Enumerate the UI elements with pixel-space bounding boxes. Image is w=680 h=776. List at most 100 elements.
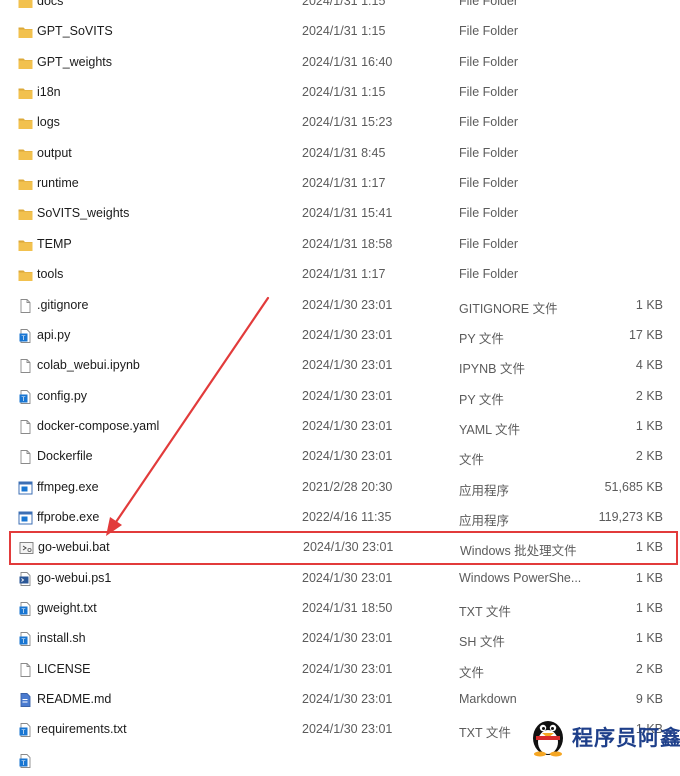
file-type: File Folder bbox=[459, 206, 519, 221]
file-row[interactable]: GPT_SoVITS 2024/1/31 1:15 File Folder bbox=[10, 17, 676, 47]
file-type: File Folder bbox=[459, 115, 519, 130]
file-row[interactable]: docker-compose.yaml 2024/1/30 23:01 YAML 文… bbox=[10, 412, 676, 442]
file-name: colab_webui.ipynb bbox=[37, 358, 140, 373]
file-type: File Folder bbox=[459, 267, 519, 282]
file-row[interactable]: Tgweight.txt 2024/1/31 18:50 TXT 文件 1 KB bbox=[10, 594, 676, 624]
file-row[interactable]: Tapi.py 2024/1/30 23:01 PY 文件 17 KB bbox=[10, 321, 676, 351]
file-name: go-webui.bat bbox=[38, 540, 110, 555]
blank-file-icon bbox=[18, 419, 33, 434]
file-size: 2 KB bbox=[635, 449, 663, 464]
file-date-modified: 2024/1/30 23:01 bbox=[302, 418, 393, 433]
file-name: docs bbox=[37, 0, 64, 8]
folder-icon bbox=[18, 0, 33, 9]
svg-text:T: T bbox=[21, 638, 26, 645]
file-date-modified: 2024/1/30 23:01 bbox=[302, 327, 393, 342]
blank-file-icon bbox=[18, 298, 33, 313]
file-list: docs 2024/1/31 1:15 File Folder GPT_SoVITS 2… bbox=[0, 0, 680, 768]
file-row-highlighted[interactable]: go-webui.bat 2024/1/30 23:01 Windows 批处理文件… bbox=[9, 531, 678, 566]
file-date-modified: 2024/1/30 23:01 bbox=[302, 631, 393, 646]
file-name: LICENSE bbox=[37, 661, 91, 676]
file-date-modified: 2024/1/31 1:15 bbox=[302, 0, 386, 8]
file-type: PY 文件 bbox=[459, 331, 504, 346]
file-date-modified: 2021/2/28 20:30 bbox=[302, 479, 393, 494]
blank-file-icon bbox=[18, 359, 33, 374]
svg-text:T: T bbox=[21, 335, 26, 342]
file-type: File Folder bbox=[459, 85, 519, 100]
file-row[interactable]: docs 2024/1/31 1:15 File Folder bbox=[10, 0, 676, 17]
file-size: 1 KB bbox=[635, 540, 663, 555]
file-type: File Folder bbox=[459, 0, 519, 8]
file-name: TEMP bbox=[37, 236, 72, 251]
file-size: 17 KB bbox=[628, 327, 663, 342]
folder-icon bbox=[18, 86, 33, 100]
file-name: i18n bbox=[37, 85, 61, 100]
file-date-modified: 2024/1/30 23:01 bbox=[302, 358, 393, 373]
watermark-text: 程序员阿鑫 bbox=[572, 726, 680, 750]
file-row[interactable]: logs 2024/1/31 15:23 File Folder bbox=[10, 108, 676, 138]
file-row[interactable]: GPT_weights 2024/1/31 16:40 File Folder bbox=[10, 48, 676, 78]
file-date-modified: 2024/1/30 23:01 bbox=[303, 540, 394, 555]
file-date-modified: 2024/1/30 23:01 bbox=[302, 570, 393, 585]
file-size: 4 KB bbox=[635, 358, 663, 373]
file-type: Windows PowerShe... bbox=[459, 570, 582, 585]
markdown-file-icon bbox=[18, 693, 33, 707]
file-row[interactable]: LICENSE 2024/1/30 23:01 文件 2 KB bbox=[10, 655, 676, 685]
file-date-modified: 2024/1/30 23:01 bbox=[302, 449, 393, 464]
file-name: .gitignore bbox=[37, 297, 89, 312]
file-row[interactable]: runtime 2024/1/31 1:17 File Folder bbox=[10, 169, 676, 199]
file-row[interactable]: ffprobe.exe 2022/4/16 11:35 应用程序 119,273 KB bbox=[10, 503, 676, 533]
file-row[interactable]: Tconfig.py 2024/1/30 23:01 PY 文件 2 KB bbox=[10, 382, 676, 412]
folder-icon bbox=[18, 56, 33, 70]
file-date-modified: 2024/1/30 23:01 bbox=[302, 388, 393, 403]
file-type: TXT 文件 bbox=[459, 605, 511, 619]
file-size: 2 KB bbox=[635, 661, 663, 676]
file-type: PY 文件 bbox=[459, 392, 504, 407]
file-name: go-webui.ps1 bbox=[37, 570, 112, 585]
file-date-modified: 2024/1/31 1:15 bbox=[302, 85, 386, 100]
text-file-icon: T bbox=[18, 632, 33, 647]
file-type: File Folder bbox=[459, 236, 519, 251]
file-name: ffprobe.exe bbox=[37, 509, 100, 524]
file-name: README.md bbox=[37, 692, 112, 707]
file-size: 1 KB bbox=[635, 297, 663, 312]
text-file-icon: T bbox=[18, 723, 33, 738]
file-row[interactable]: TEMP 2024/1/31 18:58 File Folder bbox=[10, 230, 676, 260]
text-file-icon: T bbox=[18, 389, 33, 404]
file-row[interactable]: go-webui.ps1 2024/1/30 23:01 Windows Power… bbox=[10, 564, 676, 594]
text-file-icon: T bbox=[18, 328, 33, 343]
file-type: Windows 批处理文件 bbox=[460, 544, 577, 559]
file-name: tools bbox=[37, 267, 64, 282]
blank-file-icon bbox=[18, 450, 33, 465]
file-name: install.sh bbox=[37, 631, 86, 646]
folder-icon bbox=[18, 268, 33, 282]
file-name: ffmpeg.exe bbox=[37, 479, 99, 494]
file-row[interactable]: i18n 2024/1/31 1:15 File Folder bbox=[10, 78, 676, 108]
file-row[interactable]: .gitignore 2024/1/30 23:01 GITIGNORE 文件 1 K… bbox=[10, 291, 676, 321]
svg-text:T: T bbox=[21, 729, 26, 736]
file-type: SH 文件 bbox=[459, 635, 505, 650]
file-size: 1 KB bbox=[635, 570, 663, 585]
file-row[interactable]: colab_webui.ipynb 2024/1/30 23:01 IPYNB 文件… bbox=[10, 351, 676, 381]
svg-text:T: T bbox=[21, 608, 26, 615]
file-row[interactable]: output 2024/1/31 8:45 File Folder bbox=[10, 139, 676, 169]
file-row[interactable]: ffmpeg.exe 2021/2/28 20:30 应用程序 51,685 KB bbox=[10, 473, 676, 503]
file-size: 51,685 KB bbox=[604, 479, 663, 494]
file-row[interactable]: Dockerfile 2024/1/30 23:01 文件 2 KB bbox=[10, 442, 676, 472]
file-type: 应用程序 bbox=[459, 483, 510, 498]
file-row[interactable]: tools 2024/1/31 1:17 File Folder bbox=[10, 260, 676, 290]
text-file-icon: T bbox=[18, 602, 33, 616]
file-date-modified: 2024/1/31 15:41 bbox=[302, 206, 393, 221]
file-row[interactable]: SoVITS_weights 2024/1/31 15:41 File Folder bbox=[10, 199, 676, 229]
file-type: 文件 bbox=[459, 453, 485, 468]
file-type: TXT 文件 bbox=[459, 726, 511, 741]
file-row[interactable]: README.md 2024/1/30 23:01 Markdown 9 KB bbox=[10, 685, 676, 715]
file-row[interactable]: Tinstall.sh 2024/1/30 23:01 SH 文件 1 KB bbox=[10, 624, 676, 654]
folder-icon bbox=[18, 116, 33, 130]
powershell-file-icon bbox=[18, 571, 33, 586]
file-name: output bbox=[37, 145, 72, 160]
file-date-modified: 2024/1/31 15:23 bbox=[302, 115, 393, 130]
file-name: requirements.txt bbox=[37, 722, 127, 737]
file-size: 1 KB bbox=[635, 418, 663, 433]
file-name: GPT_weights bbox=[37, 54, 113, 69]
file-type: File Folder bbox=[459, 54, 519, 69]
